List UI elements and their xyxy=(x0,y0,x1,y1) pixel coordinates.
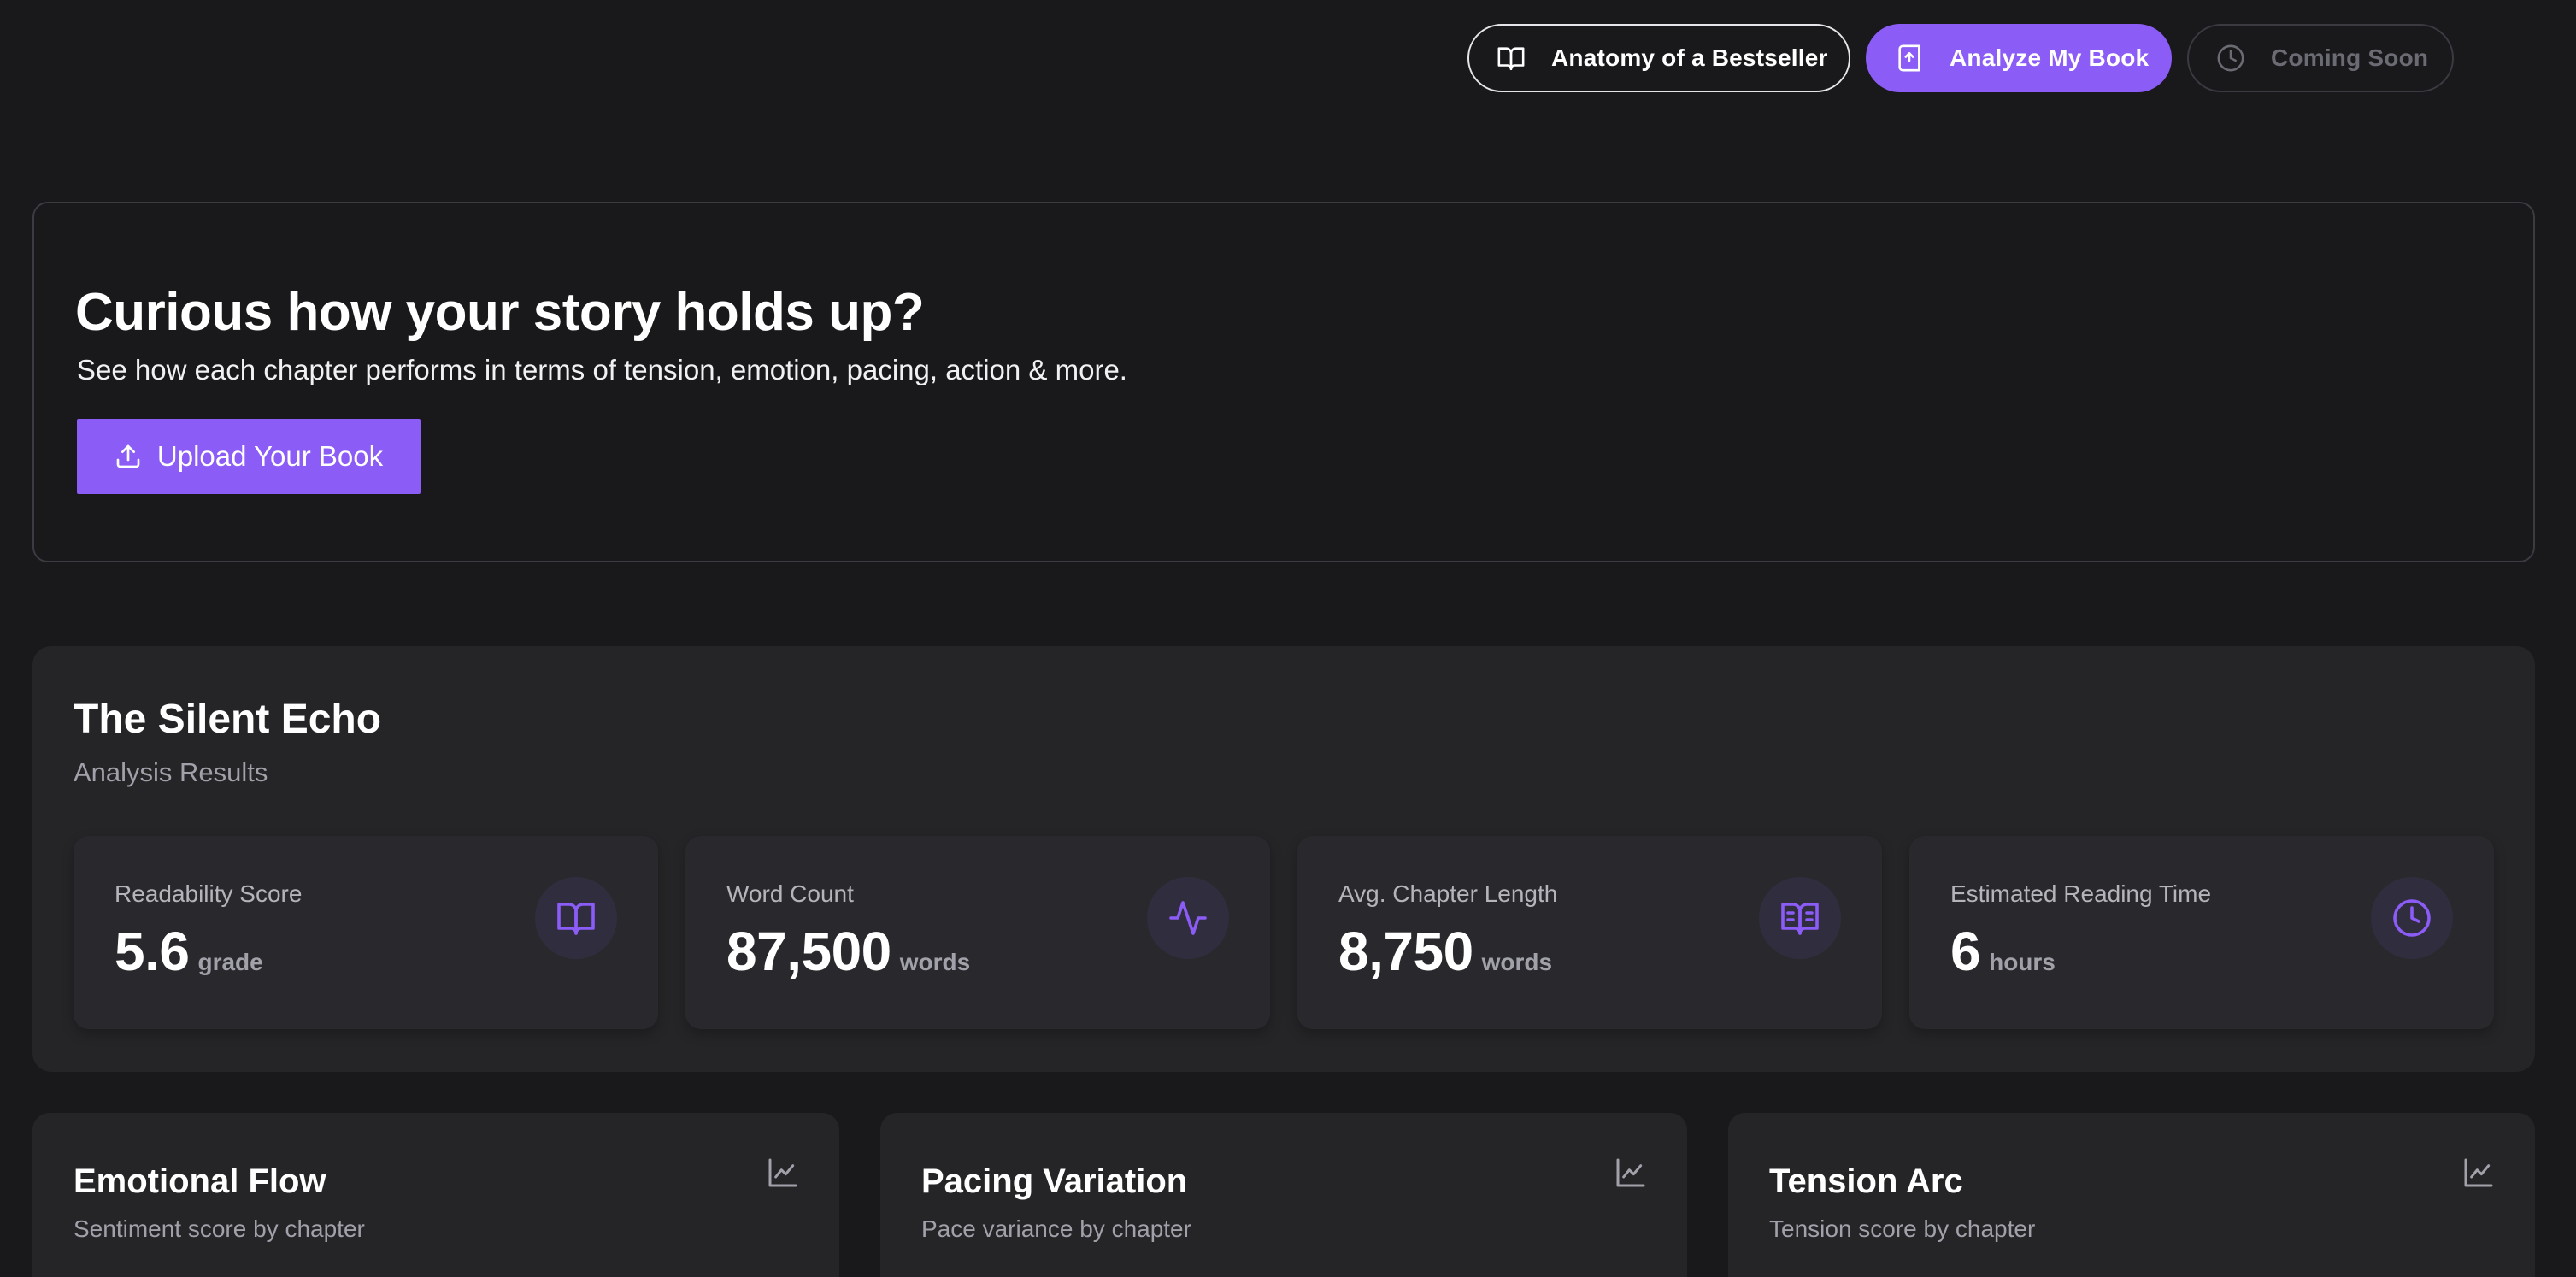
top-nav: Anatomy of a Bestseller Analyze My Book … xyxy=(1467,24,2454,92)
analysis-results-card: The Silent Echo Analysis Results Readabi… xyxy=(32,646,2535,1072)
chart-subtitle: Sentiment score by chapter xyxy=(74,1215,365,1242)
stat-unit: words xyxy=(899,949,971,975)
stats-row: Readability Score 5.6 grade Word Count 8… xyxy=(74,836,2494,1029)
stat-value-row: 87,500 words xyxy=(726,920,970,983)
coming-soon-button: Coming Soon xyxy=(2187,24,2454,92)
stat-value-row: 5.6 grade xyxy=(115,920,263,983)
analyze-label: Analyze My Book xyxy=(1950,44,2150,71)
stat-card-reading-time: Estimated Reading Time 6 hours xyxy=(1909,836,2494,1029)
stat-label: Estimated Reading Time xyxy=(1950,880,2212,907)
upload-label: Upload Your Book xyxy=(156,440,384,472)
stat-unit: hours xyxy=(1989,949,2056,975)
book-text-icon xyxy=(1759,877,1841,959)
clock-icon xyxy=(2217,44,2244,72)
upload-your-book-button[interactable]: Upload Your Book xyxy=(77,419,421,494)
chart-card-emotional-flow: Emotional Flow Sentiment score by chapte… xyxy=(32,1113,839,1277)
chart-card-tension-arc: Tension Arc Tension score by chapter xyxy=(1728,1113,2535,1277)
upload-hero-card: Curious how your story holds up? See how… xyxy=(32,202,2535,562)
stat-value-row: 8,750 words xyxy=(1338,920,1552,983)
line-chart-icon xyxy=(2464,1158,2493,1187)
chart-cards-row: Emotional Flow Sentiment score by chapte… xyxy=(32,1113,2535,1277)
book-open-icon xyxy=(1497,47,1525,71)
stat-value: 87,500 xyxy=(726,921,891,982)
stat-value-row: 6 hours xyxy=(1950,920,2056,983)
anatomy-label: Anatomy of a Bestseller xyxy=(1551,44,1828,71)
chart-title: Pacing Variation xyxy=(921,1162,1188,1200)
chart-title: Emotional Flow xyxy=(74,1162,326,1200)
stat-value: 8,750 xyxy=(1338,921,1473,982)
chart-title: Tension Arc xyxy=(1769,1162,1963,1200)
anatomy-of-a-bestseller-button[interactable]: Anatomy of a Bestseller xyxy=(1467,24,1850,92)
stat-value: 5.6 xyxy=(115,921,190,982)
clock-icon xyxy=(2371,877,2453,959)
stat-card-readability: Readability Score 5.6 grade xyxy=(74,836,658,1029)
stat-value: 6 xyxy=(1950,921,1981,982)
book-title: The Silent Echo xyxy=(74,697,382,742)
analysis-results-subtitle: Analysis Results xyxy=(74,757,268,787)
stat-label: Readability Score xyxy=(115,880,303,907)
book-open-icon xyxy=(535,877,617,959)
hero-subtitle: See how each chapter performs in terms o… xyxy=(77,354,1127,385)
book-upload-icon xyxy=(1898,44,1920,72)
stat-unit: grade xyxy=(197,949,263,975)
activity-icon xyxy=(1147,877,1229,959)
stat-card-word-count: Word Count 87,500 words xyxy=(685,836,1270,1029)
coming-soon-label: Coming Soon xyxy=(2271,44,2429,71)
page: Anatomy of a Bestseller Analyze My Book … xyxy=(0,0,2576,1277)
stat-card-avg-chapter-length: Avg. Chapter Length 8,750 words xyxy=(1297,836,1882,1029)
chart-card-pacing-variation: Pacing Variation Pace variance by chapte… xyxy=(880,1113,1687,1277)
chart-subtitle: Tension score by chapter xyxy=(1769,1215,2036,1242)
hero-title: Curious how your story holds up? xyxy=(75,283,925,342)
upload-icon xyxy=(116,444,140,468)
stat-unit: words xyxy=(1481,949,1553,975)
stat-label: Avg. Chapter Length xyxy=(1338,880,1558,907)
analyze-my-book-button[interactable]: Analyze My Book xyxy=(1866,24,2172,92)
line-chart-icon xyxy=(768,1158,797,1187)
stat-label: Word Count xyxy=(726,880,854,907)
line-chart-icon xyxy=(1616,1158,1645,1187)
chart-subtitle: Pace variance by chapter xyxy=(921,1215,1191,1242)
